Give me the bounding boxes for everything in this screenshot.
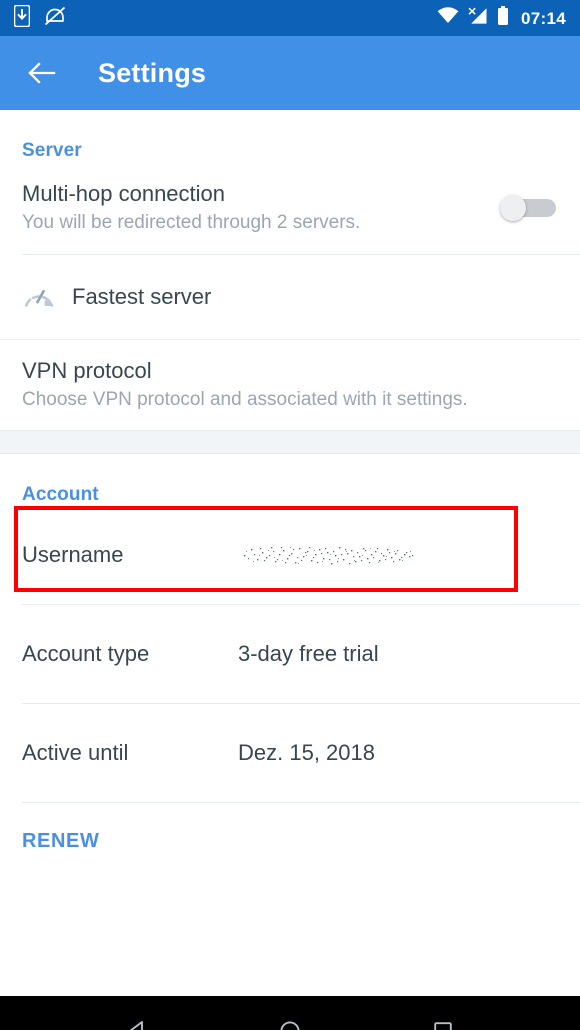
speedometer-icon bbox=[22, 285, 56, 309]
android-navigation-bar bbox=[0, 996, 580, 1030]
nav-home-button[interactable] bbox=[262, 1003, 318, 1030]
toggle-thumb bbox=[500, 195, 526, 221]
app-bar: Settings bbox=[0, 36, 580, 110]
account-row-active-until-value: Dez. 15, 2018 bbox=[238, 740, 375, 765]
setting-row-vpn-protocol[interactable]: VPN protocol Choose VPN protocol and ass… bbox=[0, 340, 580, 430]
page-title: Settings bbox=[98, 57, 207, 88]
back-arrow-icon[interactable] bbox=[22, 53, 62, 93]
multi-hop-texts: Multi-hop connection You will be redirec… bbox=[22, 180, 500, 236]
wifi-icon bbox=[437, 7, 459, 29]
cellular-no-signal-icon bbox=[468, 7, 488, 30]
multi-hop-toggle-switch[interactable] bbox=[500, 195, 558, 221]
renew-row: RENEW bbox=[0, 803, 580, 879]
vpn-protocol-title: VPN protocol bbox=[22, 358, 152, 383]
account-row-active-until-key: Active until bbox=[22, 740, 129, 765]
redacted-username-value bbox=[238, 538, 416, 572]
account-row-account-type-key: Account type bbox=[22, 641, 150, 666]
phone-screen: 07:14 Settings Server Multi-hop connecti… bbox=[0, 0, 580, 1030]
status-bar-left-icons bbox=[13, 4, 66, 32]
status-bar-clock: 07:14 bbox=[521, 8, 566, 28]
nav-back-button[interactable] bbox=[109, 1003, 165, 1030]
fastest-server-title: Fastest server bbox=[72, 284, 212, 309]
settings-content: Server Multi-hop connection You will be … bbox=[0, 110, 580, 996]
multi-hop-title: Multi-hop connection bbox=[22, 181, 226, 206]
vpn-protocol-subtitle: Choose VPN protocol and associated with … bbox=[22, 389, 468, 410]
account-row-username[interactable]: Username bbox=[0, 506, 580, 604]
app-download-icon bbox=[13, 4, 31, 32]
fastest-server-texts: Fastest server bbox=[72, 283, 558, 311]
section-header-account: Account bbox=[22, 484, 99, 505]
setting-row-multi-hop-connection[interactable]: Multi-hop connection You will be redirec… bbox=[0, 162, 580, 254]
setting-row-fastest-server[interactable]: Fastest server bbox=[0, 255, 580, 339]
status-bar-right-icons: 07:14 bbox=[437, 5, 566, 31]
section-separator bbox=[0, 430, 580, 454]
battery-full-icon bbox=[497, 5, 509, 31]
status-bar: 07:14 bbox=[0, 0, 580, 36]
vibrate-off-icon bbox=[44, 6, 66, 31]
nav-recents-button[interactable] bbox=[415, 1003, 471, 1030]
section-header-server: Server bbox=[22, 140, 82, 161]
multi-hop-subtitle: You will be redirected through 2 servers… bbox=[22, 212, 361, 233]
account-row-account-type-value: 3-day free trial bbox=[238, 641, 379, 666]
account-row-username-key: Username bbox=[22, 542, 124, 567]
account-row-active-until[interactable]: Active until Dez. 15, 2018 bbox=[0, 704, 580, 802]
renew-button[interactable]: RENEW bbox=[22, 830, 99, 853]
account-row-account-type[interactable]: Account type 3-day free trial bbox=[0, 605, 580, 703]
